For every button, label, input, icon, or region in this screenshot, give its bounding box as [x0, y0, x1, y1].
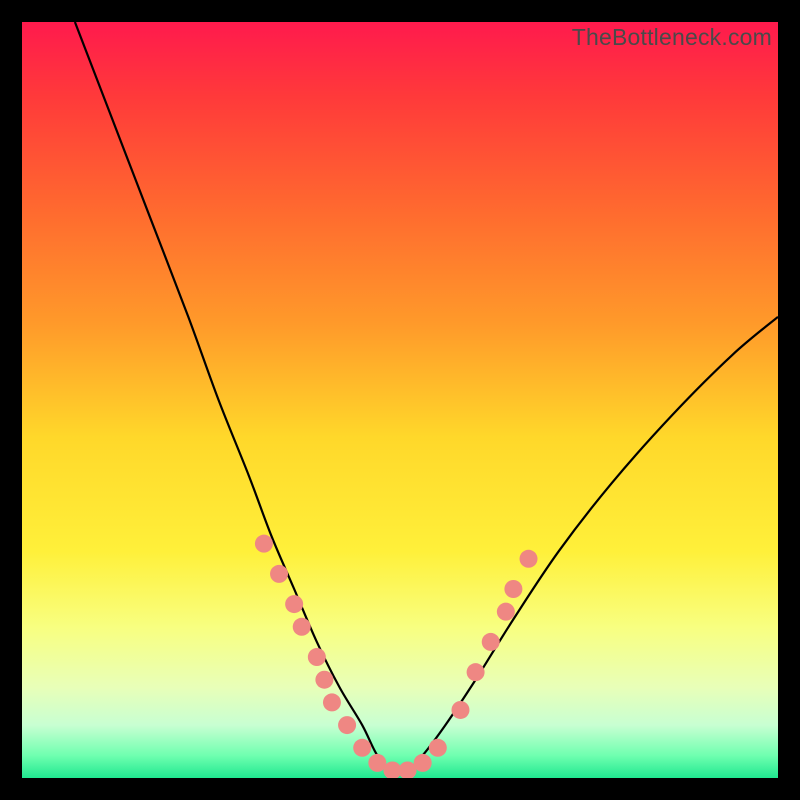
curve-marker — [308, 648, 326, 666]
curve-marker — [255, 535, 273, 553]
curve-marker — [285, 595, 303, 613]
chart-frame: TheBottleneck.com — [22, 22, 778, 778]
curve-marker — [451, 701, 469, 719]
watermark-text: TheBottleneck.com — [572, 24, 772, 51]
curve-marker — [504, 580, 522, 598]
curve-marker — [315, 671, 333, 689]
bottleneck-curve — [75, 22, 778, 772]
curve-marker — [323, 693, 341, 711]
curve-marker — [497, 603, 515, 621]
curve-marker — [429, 739, 447, 757]
curve-marker — [467, 663, 485, 681]
marker-group — [255, 535, 538, 778]
curve-marker — [270, 565, 288, 583]
chart-svg — [22, 22, 778, 778]
curve-marker — [353, 739, 371, 757]
curve-marker — [293, 618, 311, 636]
curve-marker — [482, 633, 500, 651]
curve-marker — [520, 550, 538, 568]
curve-marker — [338, 716, 356, 734]
curve-marker — [414, 754, 432, 772]
